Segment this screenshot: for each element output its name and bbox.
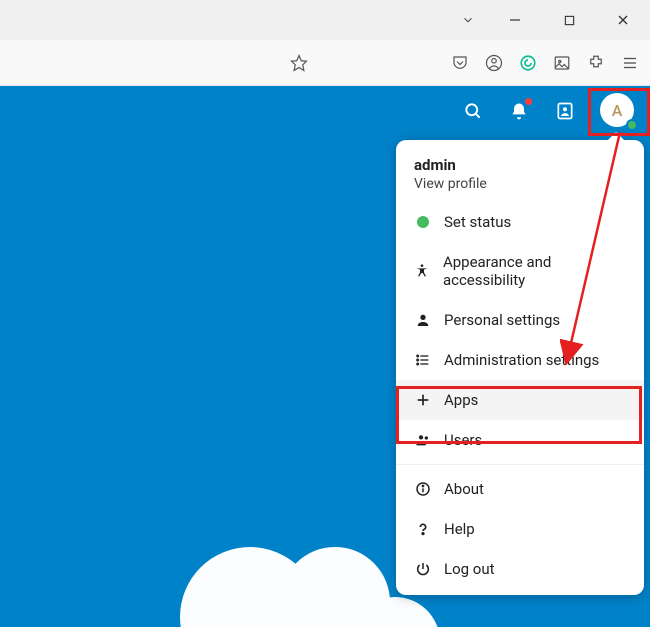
person-icon (414, 312, 432, 328)
menu-item-label: Users (444, 431, 482, 449)
menu-item-personal-settings[interactable]: Personal settings (396, 300, 644, 340)
menu-item-users[interactable]: Users (396, 420, 644, 460)
avatar-menu-trigger[interactable]: A (600, 93, 636, 129)
hamburger-menu-icon[interactable] (620, 53, 640, 73)
status-online-icon (414, 216, 432, 228)
menu-item-label: Apps (444, 391, 478, 409)
menu-item-label: Personal settings (444, 311, 560, 329)
list-settings-icon (414, 352, 432, 368)
view-profile-link[interactable]: View profile (414, 176, 626, 192)
user-menu-header: admin View profile (396, 152, 644, 202)
menu-separator (396, 464, 644, 465)
bookmark-star-icon[interactable] (290, 54, 308, 72)
notification-dot-icon (525, 98, 532, 105)
notifications-icon[interactable] (508, 100, 530, 122)
menu-item-appearance[interactable]: Appearance and accessibility (396, 242, 644, 300)
extensions-icon[interactable] (586, 53, 606, 73)
power-icon (414, 561, 432, 577)
info-icon (414, 481, 432, 497)
users-icon (414, 432, 432, 448)
browser-toolbar (0, 40, 650, 86)
accessibility-icon (414, 263, 431, 279)
titlebar-dropdown-icon[interactable] (452, 13, 484, 27)
titlebar (0, 0, 650, 40)
image-icon[interactable] (552, 53, 572, 73)
app-header: A (0, 86, 650, 136)
search-icon[interactable] (462, 100, 484, 122)
grammarly-icon[interactable] (518, 53, 538, 73)
menu-item-label: About (444, 480, 484, 498)
menu-item-label: Set status (444, 213, 511, 231)
menu-item-label: Log out (444, 560, 495, 578)
menu-item-help[interactable]: Help (396, 509, 644, 549)
menu-item-label: Administration settings (444, 351, 599, 369)
avatar-initial: A (612, 101, 623, 120)
pocket-icon[interactable] (450, 53, 470, 73)
menu-item-label: Help (444, 520, 475, 538)
menu-item-label: Appearance and accessibility (443, 253, 626, 289)
plus-icon (414, 392, 432, 408)
presence-online-icon (626, 119, 638, 131)
window: A admin View profile Set status Appearan… (0, 0, 650, 627)
help-icon (414, 521, 432, 537)
menu-item-logout[interactable]: Log out (396, 549, 644, 589)
menu-item-apps[interactable]: Apps (396, 380, 644, 420)
menu-item-about[interactable]: About (396, 469, 644, 509)
close-button[interactable] (600, 0, 646, 40)
account-icon[interactable] (484, 53, 504, 73)
contacts-icon[interactable] (554, 100, 576, 122)
menu-item-set-status[interactable]: Set status (396, 202, 644, 242)
minimize-button[interactable] (492, 0, 538, 40)
maximize-button[interactable] (546, 0, 592, 40)
user-menu: admin View profile Set status Appearance… (396, 140, 644, 595)
menu-item-admin-settings[interactable]: Administration settings (396, 340, 644, 380)
username-label: admin (414, 156, 626, 174)
